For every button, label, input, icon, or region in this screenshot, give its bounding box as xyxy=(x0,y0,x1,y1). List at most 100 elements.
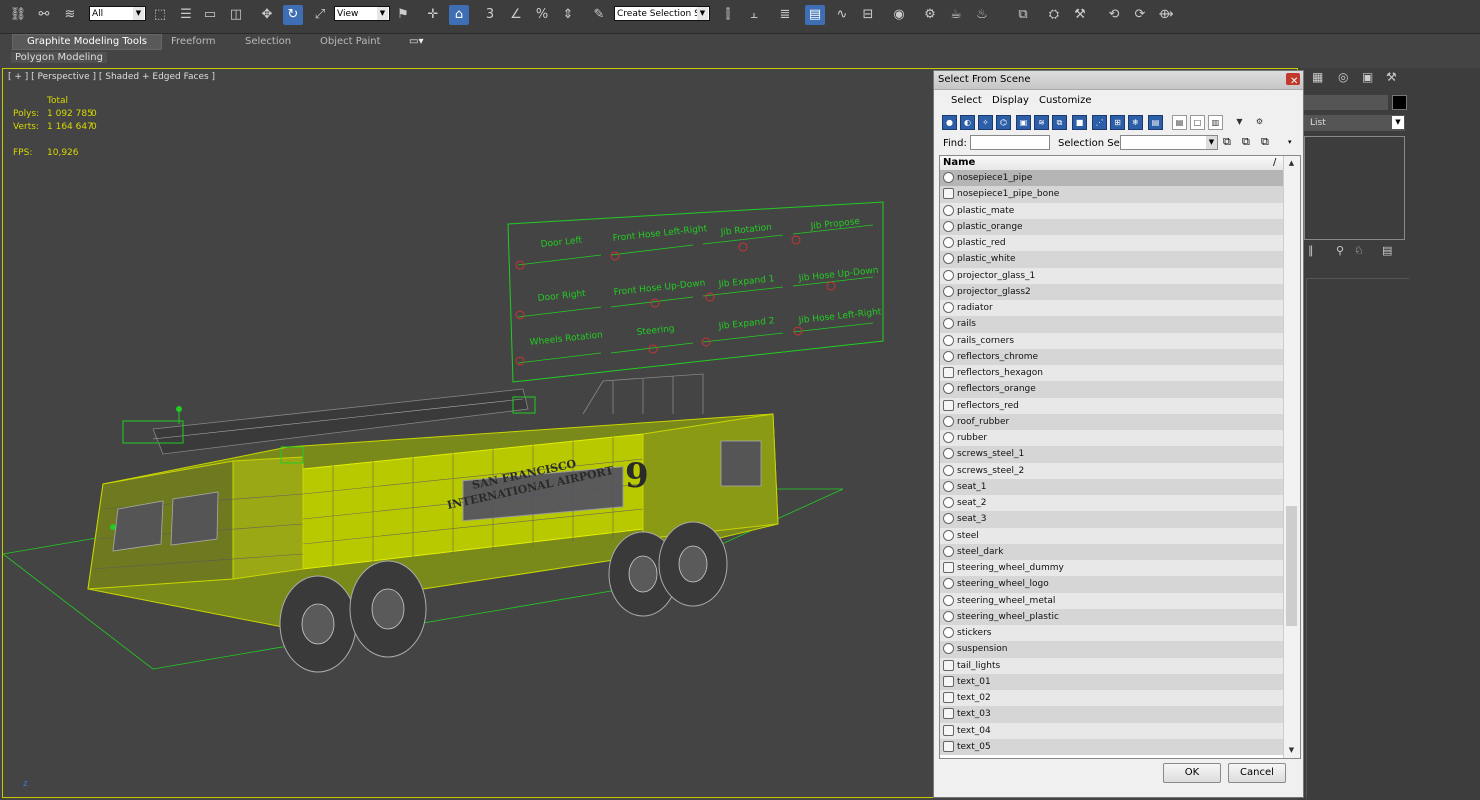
list-item[interactable]: seat_3 xyxy=(940,511,1284,528)
snap-toggle-icon[interactable]: 3 xyxy=(480,5,500,25)
selection-set-edit-icon[interactable]: ⧉ xyxy=(1223,135,1231,149)
material-editor-icon[interactable]: ◉ xyxy=(889,5,909,25)
bind-spacewarp-icon[interactable]: ≋ xyxy=(60,5,80,25)
window-crossing-icon[interactable]: ◫ xyxy=(226,5,246,25)
unlink-icon[interactable]: ⚯ xyxy=(34,5,54,25)
list-item[interactable]: reflectors_red xyxy=(940,397,1284,414)
display-hidden-icon[interactable]: ▤ xyxy=(1148,115,1163,130)
name-column-header[interactable]: Name / xyxy=(940,156,1284,171)
list-item[interactable]: seat_2 xyxy=(940,495,1284,512)
selection-filter-dropdown[interactable]: All ▼ xyxy=(89,6,146,21)
list-item[interactable]: suspension xyxy=(940,641,1284,658)
rotate-icon[interactable]: ↻ xyxy=(283,5,303,25)
list-item[interactable]: steering_wheel_logo xyxy=(940,576,1284,593)
motion-icon[interactable]: ◎ xyxy=(1338,70,1358,86)
container-icon[interactable]: ⧉ xyxy=(1013,5,1033,25)
manipulate-icon[interactable]: ✛ xyxy=(423,5,443,25)
list-item[interactable]: screws_steel_1 xyxy=(940,446,1284,463)
utilities-icon[interactable]: ⚒ xyxy=(1386,70,1406,86)
select-none-icon[interactable]: □ xyxy=(1190,115,1205,130)
tab-selection[interactable]: Selection xyxy=(245,35,291,49)
configure-sets-icon[interactable]: ▤ xyxy=(1382,244,1392,257)
display-geometry-icon[interactable]: ● xyxy=(942,115,957,130)
list-item[interactable]: rails_corners xyxy=(940,332,1284,349)
list-item[interactable]: text_01 xyxy=(940,673,1284,690)
select-by-name-icon[interactable]: ☰ xyxy=(176,5,196,25)
hierarchy-icon[interactable]: ▦ xyxy=(1312,70,1332,86)
schematic-view-icon[interactable]: ⊟ xyxy=(858,5,878,25)
dialog-title-bar[interactable]: Select From Scene ✕ xyxy=(934,71,1303,90)
list-item[interactable]: tail_lights xyxy=(940,657,1284,674)
list-item[interactable]: plastic_white xyxy=(940,251,1284,268)
rendered-frame-icon[interactable]: ☕ xyxy=(946,5,966,25)
make-unique-icon[interactable]: ♘ xyxy=(1354,244,1364,257)
list-item[interactable]: roof_rubber xyxy=(940,413,1284,430)
close-button[interactable]: ✕ xyxy=(1286,73,1300,87)
list-item[interactable]: plastic_red xyxy=(940,235,1284,252)
render-setup-icon[interactable]: ⚙ xyxy=(920,5,940,25)
menu-select[interactable]: Select xyxy=(951,95,982,106)
move-icon[interactable]: ✥ xyxy=(257,5,277,25)
menu-customize[interactable]: Customize xyxy=(1039,95,1092,106)
modifier-stack[interactable] xyxy=(1304,136,1405,240)
cancel-button[interactable]: Cancel xyxy=(1228,763,1286,783)
object-name-field[interactable] xyxy=(1304,95,1388,110)
angle-snap-icon[interactable]: ∠ xyxy=(506,5,526,25)
display-bones-icon[interactable]: ⋰ xyxy=(1092,115,1107,130)
list-item[interactable]: radiator xyxy=(940,300,1284,317)
list-item[interactable]: steering_wheel_metal xyxy=(940,592,1284,609)
show-end-result-icon[interactable]: ⚲ xyxy=(1336,244,1344,257)
filter-icon[interactable]: ▼ xyxy=(1232,115,1247,130)
list-item[interactable]: steering_wheel_dummy xyxy=(940,560,1284,577)
object-list[interactable]: Name / nosepiece1_pipe nosepiece1_pipe_bo… xyxy=(939,155,1301,759)
display-helpers-icon[interactable]: ▣ xyxy=(1016,115,1031,130)
green-tool-2-icon[interactable]: ⟳ xyxy=(1130,5,1150,25)
tab-freeform[interactable]: Freeform xyxy=(171,35,216,49)
display-cameras-icon[interactable]: ⌬ xyxy=(996,115,1011,130)
pin-stack-icon[interactable]: ∥ xyxy=(1308,244,1314,257)
select-invert-icon[interactable]: ▥ xyxy=(1208,115,1223,130)
edit-named-selection-icon[interactable]: ✎ xyxy=(589,5,609,25)
ribbon-options-icon[interactable]: ▭▾ xyxy=(409,35,423,49)
list-item[interactable]: rubber xyxy=(940,430,1284,447)
scene-explorer-icon[interactable]: ▤ xyxy=(805,5,825,25)
list-item[interactable]: stickers xyxy=(940,625,1284,642)
green-tool-3-icon[interactable]: ⟴ xyxy=(1156,5,1176,25)
list-item[interactable]: seat_1 xyxy=(940,478,1284,495)
link-icon[interactable]: ⛓ xyxy=(8,5,28,25)
keyboard-shortcut-override-icon[interactable]: ⌂ xyxy=(449,5,469,25)
list-item[interactable]: projector_glass_1 xyxy=(940,267,1284,284)
display-lights-icon[interactable]: ✧ xyxy=(978,115,993,130)
tab-object-paint[interactable]: Object Paint xyxy=(320,35,381,49)
green-tool-1-icon[interactable]: ⟲ xyxy=(1104,5,1124,25)
spinner-snap-icon[interactable]: ⇕ xyxy=(558,5,578,25)
list-item[interactable]: reflectors_hexagon xyxy=(940,365,1284,382)
display-xrefs-icon[interactable]: ■ xyxy=(1072,115,1087,130)
list-item[interactable]: reflectors_orange xyxy=(940,381,1284,398)
list-item[interactable]: nosepiece1_pipe xyxy=(940,170,1284,187)
list-item[interactable]: plastic_orange xyxy=(940,218,1284,235)
render-production-icon[interactable]: ♨ xyxy=(972,5,992,25)
modifier-list-dropdown[interactable]: List ▼ xyxy=(1304,115,1405,131)
list-item[interactable]: text_03 xyxy=(940,706,1284,723)
named-selection-dropdown[interactable]: Create Selection Se ▼ xyxy=(614,6,710,21)
filter-settings-icon[interactable]: ⚙ xyxy=(1252,115,1267,130)
display-containers-icon[interactable]: ⊞ xyxy=(1110,115,1125,130)
scroll-up-icon[interactable]: ▲ xyxy=(1285,157,1298,170)
curve-editor-icon[interactable]: ∿ xyxy=(832,5,852,25)
list-item[interactable]: plastic_mate xyxy=(940,202,1284,219)
list-item[interactable]: screws_steel_2 xyxy=(940,462,1284,479)
display-frozen-icon[interactable]: ❄ xyxy=(1128,115,1143,130)
list-item[interactable]: steel xyxy=(940,527,1284,544)
reference-coordinate-dropdown[interactable]: View ▼ xyxy=(334,6,390,21)
scroll-down-icon[interactable]: ▼ xyxy=(1285,744,1298,757)
list-item[interactable]: projector_glass2 xyxy=(940,283,1284,300)
scale-icon[interactable]: ⤢ xyxy=(310,5,330,25)
display-spacewarps-icon[interactable]: ≋ xyxy=(1034,115,1049,130)
display-shapes-icon[interactable]: ◐ xyxy=(960,115,975,130)
rectangular-selection-icon[interactable]: ▭ xyxy=(200,5,220,25)
selection-set-remove-icon[interactable]: ⧉ xyxy=(1261,135,1269,149)
mirror-icon[interactable]: ⫿ xyxy=(718,5,738,25)
list-item[interactable]: text_02 xyxy=(940,690,1284,707)
list-item[interactable]: nosepiece1_pipe_bone xyxy=(940,186,1284,203)
